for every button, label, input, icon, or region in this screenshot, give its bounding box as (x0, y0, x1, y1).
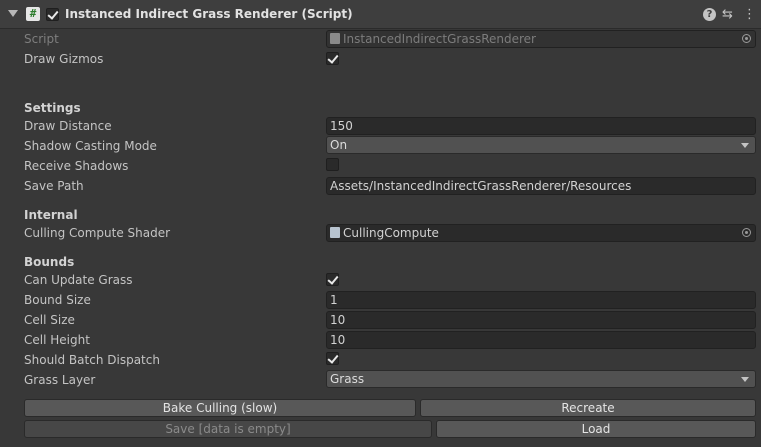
component-title: Instanced Indirect Grass Renderer (Scrip… (65, 7, 353, 21)
chevron-down-icon (741, 143, 749, 148)
shadow-casting-mode-value: On (330, 138, 348, 152)
script-field[interactable]: InstancedIndirectGrassRenderer (326, 30, 756, 48)
draw-distance-field[interactable]: 150 (326, 117, 756, 135)
help-icon[interactable]: ? (703, 8, 716, 21)
save-path-field[interactable]: Assets/InstancedIndirectGrassRenderer/Re… (326, 177, 756, 195)
compute-shader-icon (330, 227, 340, 238)
should-batch-dispatch-label: Should Batch Dispatch (24, 353, 160, 367)
cell-size-field[interactable]: 10 (326, 311, 756, 329)
script-icon: # (26, 7, 40, 21)
cell-height-field[interactable]: 10 (326, 331, 756, 349)
can-update-grass-checkbox[interactable] (326, 273, 339, 286)
receive-shadows-label: Receive Shadows (24, 159, 129, 173)
bounds-heading: Bounds (24, 255, 75, 269)
recreate-button[interactable]: Recreate (420, 399, 756, 417)
draw-gizmos-checkbox[interactable] (326, 52, 339, 65)
shadow-casting-mode-label: Shadow Casting Mode (24, 139, 157, 153)
save-path-label: Save Path (24, 179, 84, 193)
cell-height-label: Cell Height (24, 333, 90, 347)
culling-compute-shader-label: Culling Compute Shader (24, 226, 171, 240)
culling-compute-shader-field[interactable]: CullingCompute (326, 224, 756, 242)
shadow-casting-mode-dropdown[interactable]: On (326, 136, 756, 154)
can-update-grass-label: Can Update Grass (24, 273, 133, 287)
grass-layer-dropdown[interactable]: Grass (326, 370, 756, 388)
bound-size-label: Bound Size (24, 293, 91, 307)
object-picker-icon[interactable] (742, 34, 751, 43)
save-button: Save [data is empty] (24, 420, 432, 438)
script-asset-icon (330, 33, 340, 44)
draw-distance-label: Draw Distance (24, 119, 112, 133)
bound-size-field[interactable]: 1 (326, 291, 756, 309)
should-batch-dispatch-checkbox[interactable] (326, 352, 339, 365)
component-enabled-checkbox[interactable] (46, 8, 59, 21)
draw-gizmos-label: Draw Gizmos (24, 52, 104, 66)
component-header: # Instanced Indirect Grass Renderer (Scr… (0, 0, 761, 29)
settings-heading: Settings (24, 101, 81, 115)
context-menu-icon[interactable]: ⋮ (743, 7, 756, 22)
script-label: Script (24, 32, 59, 46)
cell-size-label: Cell Size (24, 313, 75, 327)
load-button[interactable]: Load (436, 420, 756, 438)
internal-heading: Internal (24, 208, 78, 222)
object-picker-icon[interactable] (742, 228, 751, 237)
preset-settings-icon[interactable]: ⇆ (722, 7, 733, 22)
bake-culling-button[interactable]: Bake Culling (slow) (24, 399, 416, 417)
foldout-arrow-icon[interactable] (8, 10, 18, 17)
script-field-value: InstancedIndirectGrassRenderer (343, 32, 536, 46)
receive-shadows-checkbox[interactable] (326, 158, 339, 171)
grass-layer-label: Grass Layer (24, 373, 96, 387)
chevron-down-icon (741, 377, 749, 382)
grass-layer-value: Grass (330, 372, 365, 386)
culling-compute-shader-value: CullingCompute (343, 226, 439, 240)
